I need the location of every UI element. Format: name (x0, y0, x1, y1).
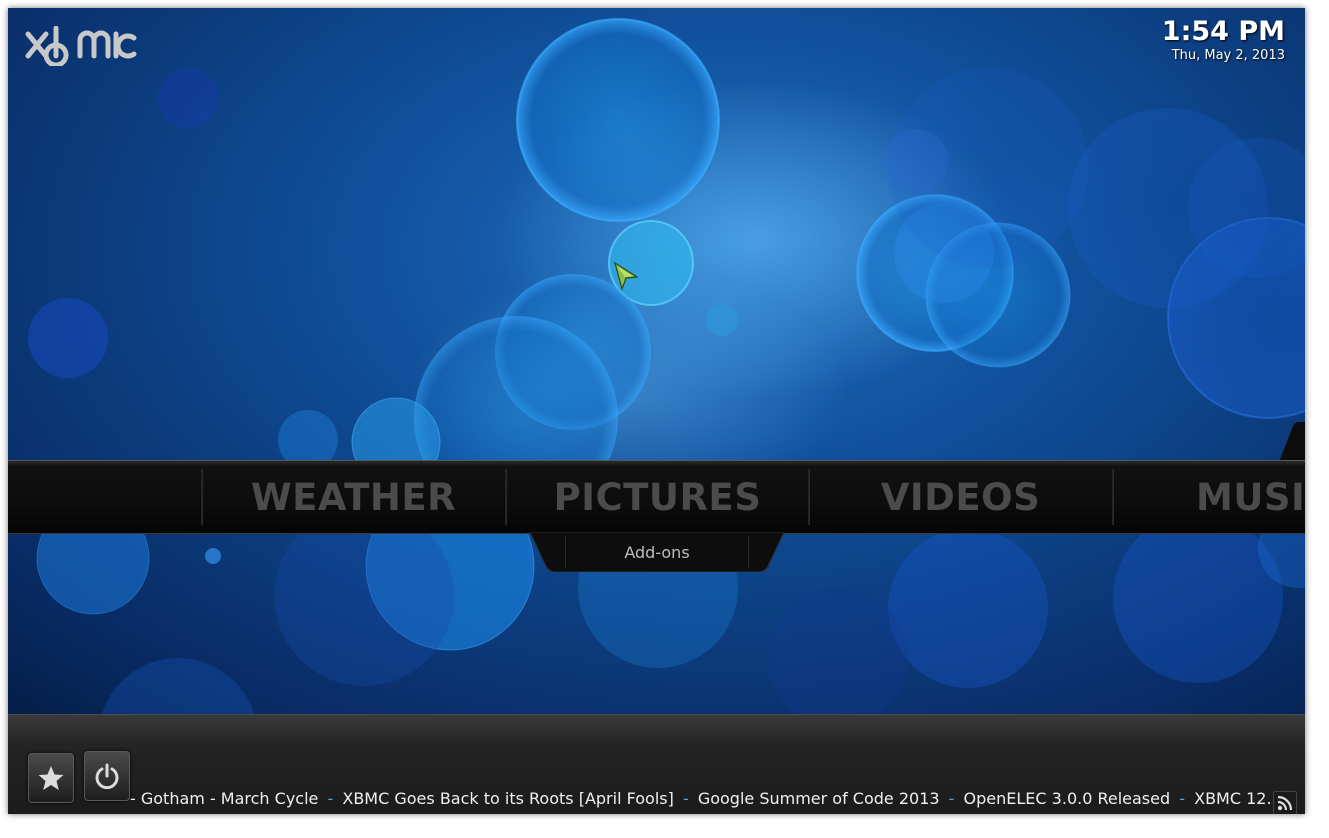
rss-separator: - (327, 789, 334, 808)
background-wallpaper (8, 8, 1305, 814)
menu-item-videos[interactable]: VIDEOS (809, 461, 1112, 533)
clock-time: 1:54 PM (1161, 16, 1285, 47)
rss-headline: OpenELEC 3.0.0 Released (963, 789, 1171, 808)
xbmc-logo (25, 26, 137, 66)
clock: 1:54 PM Thu, May 2, 2013 (1162, 16, 1285, 64)
rss-icon (1277, 795, 1293, 811)
power-icon (95, 763, 119, 790)
rss-headline: Google Summer of Code 2013 (697, 789, 940, 808)
submenu-item-addons[interactable]: Add-ons (530, 532, 784, 572)
rss-separator: - (1179, 789, 1186, 808)
rss-ticker[interactable]: - Gotham - March Cycle - XBMC Goes Back … (130, 787, 1270, 811)
menu-item-weather[interactable]: WEATHER (202, 461, 505, 533)
rss-button[interactable] (1273, 791, 1297, 814)
rss-separator: - (682, 789, 689, 808)
rss-ticker-lead: - Gotham - March Cycle (130, 789, 319, 808)
power-button[interactable] (84, 751, 130, 801)
menu-corner-decoration (1279, 422, 1305, 462)
menu-item-hidden[interactable] (8, 461, 201, 533)
xbmc-home-screen: 1:54 PM Thu, May 2, 2013 WEATHER PICTURE… (8, 8, 1305, 814)
star-icon (38, 766, 64, 790)
rss-headline: XBMC Goes Back to its Roots [April Fools… (342, 789, 674, 808)
menu-item-music[interactable]: MUSIC (1113, 461, 1305, 533)
menu-item-pictures[interactable]: PICTURES (506, 461, 809, 533)
favourites-button[interactable] (28, 753, 74, 803)
submenu: Add-ons (530, 532, 784, 572)
rss-separator: - (948, 789, 955, 808)
clock-date: Thu, May 2, 2013 (1171, 48, 1285, 63)
rss-headline: XBMC 12.1 - Now (1194, 789, 1270, 808)
mouse-cursor-icon (614, 261, 639, 291)
main-menu-bar: WEATHER PICTURES VIDEOS MUSIC (8, 460, 1305, 534)
bottom-bar: - Gotham - March Cycle - XBMC Goes Back … (8, 714, 1305, 814)
